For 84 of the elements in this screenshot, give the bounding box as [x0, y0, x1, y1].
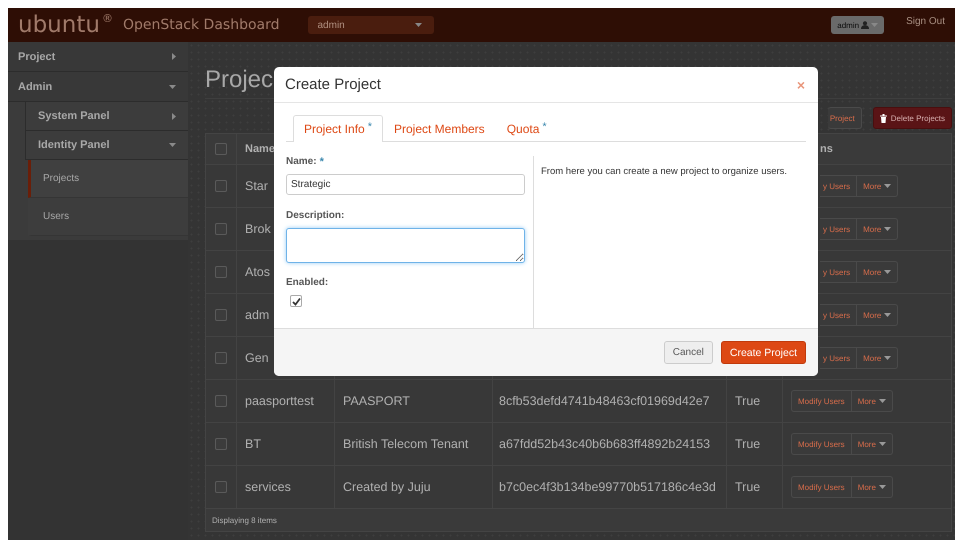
caret-icon: [169, 84, 176, 88]
table-cell: 8cfb53defd4741b48463cf01969d42e7: [499, 394, 710, 408]
checkbox[interactable]: [290, 295, 302, 307]
description-field[interactable]: [286, 228, 525, 263]
create-project-button[interactable]: Create Project: [720, 341, 806, 364]
logo: ubuntu$^{®}$: [18, 12, 113, 38]
caret-icon: [884, 313, 892, 317]
sidebar-item[interactable]: System Panel: [25, 102, 188, 131]
more-button[interactable]: More: [852, 390, 893, 412]
field-label: Description:: [286, 210, 346, 223]
more-button[interactable]: More: [857, 304, 898, 326]
table-cell: b7c0ec4f3b134be99770b517186c4e3d: [499, 480, 716, 494]
item-count: Displaying 8 items: [212, 516, 277, 524]
checkbox[interactable]: [215, 352, 227, 364]
modify-users-button[interactable]: Modify Users: [791, 476, 852, 498]
user-icon: [861, 21, 870, 29]
column-header: ns: [820, 143, 833, 155]
user-menu-button[interactable]: admin: [831, 16, 884, 34]
name-field[interactable]: Strategic: [286, 174, 525, 195]
more-button[interactable]: More: [852, 433, 893, 455]
table-cell: PAASPORT: [343, 394, 410, 408]
tab[interactable]: Quota *: [496, 115, 558, 142]
checkbox[interactable]: [215, 438, 227, 450]
checkbox[interactable]: [215, 481, 227, 493]
caret-icon: [878, 399, 886, 403]
help-text: From here you can create a new project to organize users.: [541, 166, 788, 177]
project-select[interactable]: admin: [308, 16, 434, 34]
caret-icon: [884, 270, 892, 274]
trash-icon: [880, 114, 887, 122]
checkbox[interactable]: [215, 395, 227, 407]
table-cell: True: [735, 437, 760, 451]
caret-icon: [172, 112, 176, 120]
modify-users-button[interactable]: Modify Users: [791, 390, 852, 412]
caret-icon: [884, 227, 892, 231]
caret-icon: [414, 23, 422, 27]
field-label: Enabled:: [286, 277, 330, 290]
table-cell: BT: [245, 437, 261, 451]
caret-icon: [169, 143, 176, 147]
checkbox[interactable]: [215, 309, 227, 321]
modify-users-button[interactable]: y Users: [820, 347, 858, 369]
field-label: Name: *: [286, 156, 325, 169]
column-header: Name: [245, 143, 275, 155]
tab[interactable]: Project Members: [382, 115, 496, 142]
checkbox[interactable]: [215, 180, 227, 192]
table-cell: True: [735, 394, 760, 408]
modify-users-button[interactable]: y Users: [820, 304, 858, 326]
table-cell: adm: [245, 308, 270, 322]
caret-icon: [878, 442, 886, 446]
more-button[interactable]: More: [857, 347, 898, 369]
table-cell: a67fdd52b43c40b6b683ff4892b24153: [499, 437, 710, 451]
modify-users-button[interactable]: y Users: [820, 175, 858, 197]
more-button[interactable]: More: [852, 476, 893, 498]
tab[interactable]: Project Info *: [293, 115, 383, 142]
modify-users-button[interactable]: y Users: [820, 261, 858, 283]
modify-users-button[interactable]: Modify Users: [791, 433, 852, 455]
create-button[interactable]: Project: [828, 107, 862, 129]
caret-icon: [884, 356, 892, 360]
table-cell: Created by Juju: [343, 480, 431, 494]
caret-icon: [172, 53, 176, 60]
checkbox[interactable]: [215, 223, 227, 235]
modify-users-button[interactable]: y Users: [820, 218, 858, 240]
more-button[interactable]: More: [857, 218, 898, 240]
more-button[interactable]: More: [857, 261, 898, 283]
table-cell: True: [735, 480, 760, 494]
checkbox[interactable]: [215, 143, 227, 155]
table-cell: Gen: [245, 351, 269, 365]
table-cell: British Telecom Tenant: [343, 437, 468, 451]
table-cell: paasporttest: [245, 394, 314, 408]
table-cell: Star: [245, 179, 268, 193]
cancel-button[interactable]: Cancel: [664, 341, 713, 364]
checkbox[interactable]: [215, 266, 227, 278]
table-cell: services: [245, 480, 291, 494]
caret-icon: [878, 485, 886, 489]
caret-icon: [884, 184, 892, 188]
dialog-title: Create Project: [285, 76, 381, 93]
delete-button[interactable]: Delete Projects: [872, 107, 952, 129]
table-cell: Brok: [245, 222, 271, 236]
sidebar-item[interactable]: Identity Panel: [25, 131, 188, 160]
close-button[interactable]: ×: [794, 76, 807, 92]
sidebar-item[interactable]: Projects: [28, 160, 190, 198]
sign-out-link[interactable]: Sign Out: [906, 16, 945, 26]
table-cell: Atos: [245, 265, 270, 279]
more-button[interactable]: More: [857, 175, 898, 197]
product-name: OpenStack Dashboard: [122, 17, 280, 33]
